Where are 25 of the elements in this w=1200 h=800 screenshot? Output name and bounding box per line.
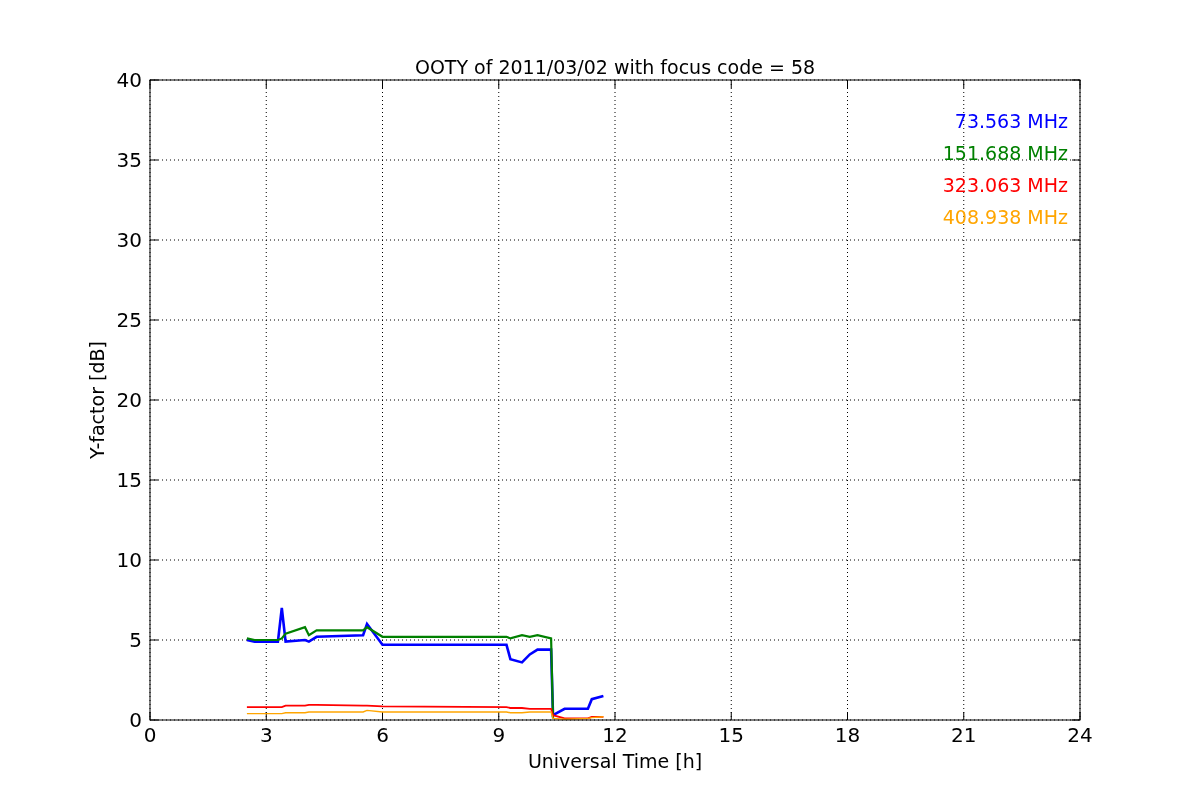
x-tick-label: 9	[492, 723, 506, 747]
y-axis-label: Y-factor [dB]	[86, 341, 108, 459]
legend-label: 151.688 MHz	[942, 142, 1068, 164]
x-tick-label: 0	[143, 723, 157, 747]
x-axis-label: Universal Time [h]	[527, 750, 703, 772]
x-tick-label: 21	[951, 723, 977, 747]
y-tick-label: 35	[116, 148, 142, 172]
y-tick-label: 0	[129, 708, 142, 732]
x-tick-label: 3	[259, 723, 273, 747]
x-tick-label: 6	[376, 723, 389, 747]
y-tick-label: 20	[116, 388, 142, 412]
y-tick-label: 30	[116, 228, 142, 252]
legend-label: 73.563 MHz	[954, 110, 1068, 132]
x-tick-label: 18	[834, 723, 861, 747]
x-tick-label: 24	[1067, 723, 1093, 747]
chart-title: OOTY of 2011/03/02 with focus code = 58	[414, 56, 816, 78]
y-tick-label: 5	[129, 628, 142, 652]
y-tick-label: 15	[116, 468, 142, 492]
legend-label: 323.063 MHz	[942, 174, 1068, 196]
x-tick-label: 15	[718, 723, 744, 747]
y-tick-label: 40	[116, 68, 142, 92]
legend-label: 408.938 MHz	[942, 206, 1068, 228]
x-tick-label: 12	[602, 723, 628, 747]
y-tick-label: 10	[116, 548, 142, 572]
y-tick-label: 25	[116, 308, 142, 332]
